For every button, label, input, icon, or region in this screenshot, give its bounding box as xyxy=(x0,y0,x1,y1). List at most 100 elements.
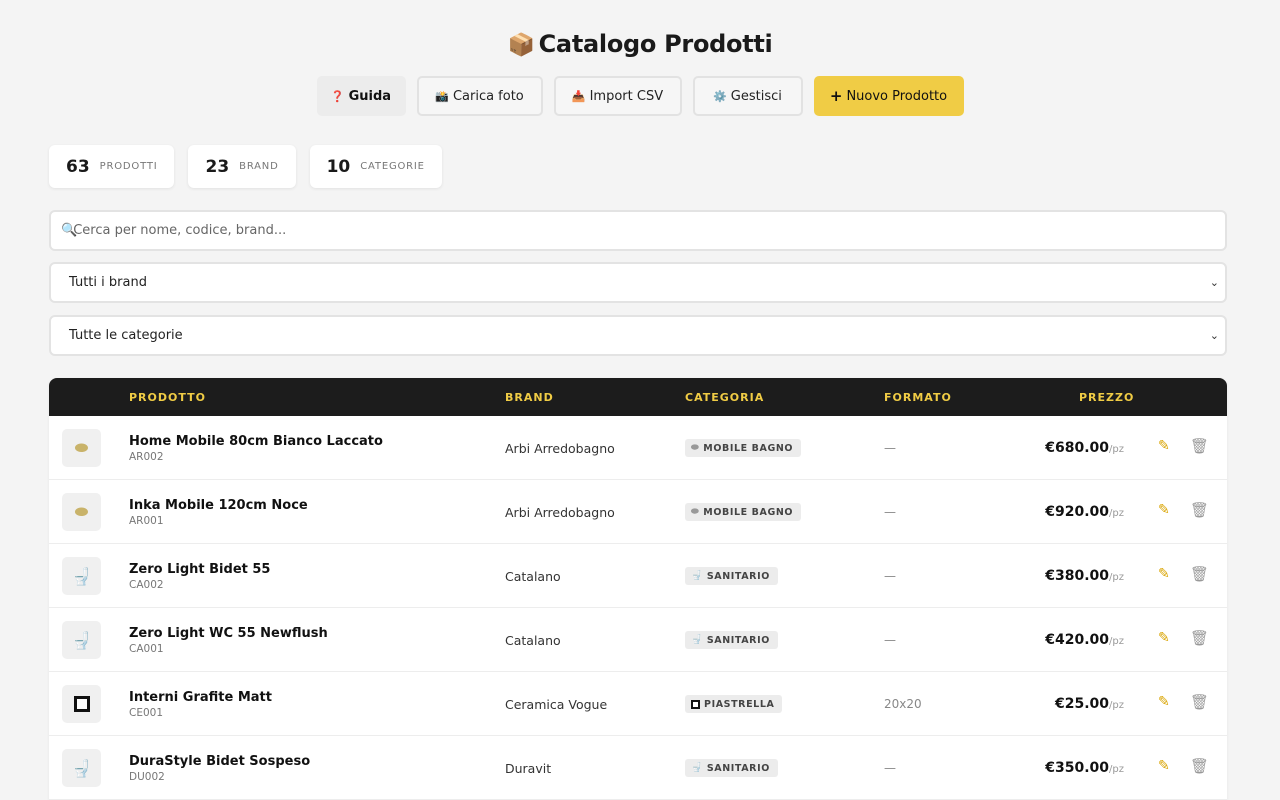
page-title: 📦 Catalogo Prodotti xyxy=(0,30,1280,58)
toilet-icon: 🚽 xyxy=(71,566,92,586)
product-format: — xyxy=(884,569,896,583)
nuovo-prodotto-button[interactable]: + Nuovo Prodotto xyxy=(813,76,964,116)
table-row[interactable]: Interni Grafite Matt CE001 Ceramica Vogu… xyxy=(49,672,1227,736)
product-thumbnail: ⬬ xyxy=(62,429,101,467)
carica-foto-button[interactable]: 📸 Carica foto xyxy=(416,76,543,116)
category-filter-select[interactable]: Tutte le categorie ⌄ xyxy=(49,315,1227,356)
stat-prodotti: 63 PRODOTTI xyxy=(49,145,175,188)
price-value: €920.00 xyxy=(1045,504,1110,520)
product-price: €420.00/pz xyxy=(1045,632,1124,648)
table-row[interactable]: 🚽 Zero Light WC 55 Newflush CA001 Catala… xyxy=(49,608,1227,672)
mirror-icon: ⬬ xyxy=(74,438,89,457)
toilet-icon: 🚽 xyxy=(691,635,703,645)
product-thumbnail: 🚽 xyxy=(62,749,101,787)
product-name: Interni Grafite Matt xyxy=(129,690,272,705)
edit-pencil-icon[interactable]: ✎ xyxy=(1158,694,1170,710)
table-row[interactable]: ⬬ Inka Mobile 120cm Noce AR001 Arbi Arre… xyxy=(49,480,1227,544)
edit-pencil-icon[interactable]: ✎ xyxy=(1158,758,1170,774)
category-label: PIASTRELLA xyxy=(704,698,775,710)
product-price: €920.00/pz xyxy=(1045,504,1124,520)
category-badge: ⬬ MOBILE BAGNO xyxy=(685,439,802,457)
table-row[interactable]: ⬬ Home Mobile 80cm Bianco Laccato AR002 … xyxy=(49,416,1227,480)
package-icon: 📦 xyxy=(507,33,535,58)
product-format: — xyxy=(884,441,896,455)
edit-pencil-icon[interactable]: ✎ xyxy=(1158,438,1170,454)
category-badge: 🚽 SANITARIO xyxy=(685,631,778,649)
product-code: CA002 xyxy=(129,579,164,591)
plus-icon: + xyxy=(829,87,843,105)
edit-pencil-icon[interactable]: ✎ xyxy=(1158,566,1170,582)
category-label: SANITARIO xyxy=(706,762,770,774)
price-value: €380.00 xyxy=(1045,568,1110,584)
category-filter-value: Tutte le categorie xyxy=(69,328,183,343)
price-unit: /pz xyxy=(1109,572,1124,583)
category-label: MOBILE BAGNO xyxy=(703,506,794,518)
header-product[interactable]: PRODOTTO xyxy=(129,391,206,404)
trash-icon[interactable]: 🗑 xyxy=(1190,501,1209,519)
product-price: €680.00/pz xyxy=(1045,440,1124,456)
carica-foto-label: Carica foto xyxy=(452,88,524,104)
category-label: MOBILE BAGNO xyxy=(703,442,794,454)
product-format: — xyxy=(884,761,896,775)
price-unit: /pz xyxy=(1109,444,1124,455)
mirror-icon: ⬬ xyxy=(74,502,89,521)
toilet-icon: 🚽 xyxy=(691,763,703,773)
product-brand: Ceramica Vogue xyxy=(505,697,608,712)
product-brand: Duravit xyxy=(505,761,552,776)
product-brand: Catalano xyxy=(505,569,561,584)
trash-icon[interactable]: 🗑 xyxy=(1190,693,1209,711)
edit-pencil-icon[interactable]: ✎ xyxy=(1158,630,1170,646)
import-csv-button[interactable]: 📥 Import CSV xyxy=(553,76,682,116)
category-badge: 🚽 SANITARIO xyxy=(685,567,778,585)
trash-icon[interactable]: 🗑 xyxy=(1190,757,1209,775)
product-format: — xyxy=(884,505,896,519)
price-unit: /pz xyxy=(1109,508,1124,519)
brand-filter-value: Tutti i brand xyxy=(69,275,147,290)
stat-value: 10 xyxy=(326,156,351,177)
table-header: PRODOTTO BRAND CATEGORIA FORMATO PREZZO xyxy=(49,378,1227,416)
trash-icon[interactable]: 🗑 xyxy=(1190,565,1209,583)
table-row[interactable]: 🚽 Zero Light Bidet 55 CA002 Catalano 🚽 SA… xyxy=(49,544,1227,608)
product-price: €380.00/pz xyxy=(1045,568,1124,584)
chevron-down-icon: ⌄ xyxy=(1209,276,1219,289)
products-table: PRODOTTO BRAND CATEGORIA FORMATO PREZZO … xyxy=(49,378,1227,800)
nuovo-prodotto-label: Nuovo Prodotto xyxy=(846,88,948,104)
search-input[interactable]: 🔍 Cerca per nome, codice, brand... xyxy=(49,210,1227,251)
price-unit: /pz xyxy=(1109,636,1124,647)
toilet-icon: 🚽 xyxy=(71,758,92,778)
price-value: €680.00 xyxy=(1045,440,1110,456)
header-brand[interactable]: BRAND xyxy=(505,391,554,404)
header-category[interactable]: CATEGORIA xyxy=(685,391,764,404)
stat-label: BRAND xyxy=(239,161,279,172)
header-format[interactable]: FORMATO xyxy=(884,391,952,404)
price-value: €420.00 xyxy=(1045,632,1110,648)
toolbar: ❓ Guida 📸 Carica foto 📥 Import CSV ⚙️ Ge… xyxy=(0,76,1280,116)
product-price: €350.00/pz xyxy=(1045,760,1124,776)
guida-button[interactable]: ❓ Guida xyxy=(316,76,406,116)
product-thumbnail: 🚽 xyxy=(62,621,101,659)
inbox-icon: 📥 xyxy=(571,89,586,103)
table-row[interactable]: 🚽 DuraStyle Bidet Sospeso DU002 Duravit … xyxy=(49,736,1227,800)
edit-pencil-icon[interactable]: ✎ xyxy=(1158,502,1170,518)
product-thumbnail: ⬬ xyxy=(62,493,101,531)
category-badge: ⬬ MOBILE BAGNO xyxy=(685,503,802,521)
header-price[interactable]: PREZZO xyxy=(1079,391,1134,404)
price-unit: /pz xyxy=(1109,700,1124,711)
product-name: Zero Light WC 55 Newflush xyxy=(129,626,328,641)
product-format: 20x20 xyxy=(884,697,922,711)
product-code: CE001 xyxy=(129,707,164,719)
trash-icon[interactable]: 🗑 xyxy=(1190,437,1209,455)
product-brand: Arbi Arredobagno xyxy=(505,505,615,520)
tile-icon xyxy=(691,699,700,709)
category-label: SANITARIO xyxy=(706,570,770,582)
product-brand: Catalano xyxy=(505,633,561,648)
product-brand: Arbi Arredobagno xyxy=(505,441,615,456)
trash-icon[interactable]: 🗑 xyxy=(1190,629,1209,647)
tile-icon xyxy=(73,696,90,712)
product-code: AR001 xyxy=(129,515,164,527)
product-name: DuraStyle Bidet Sospeso xyxy=(129,754,311,769)
gestisci-button[interactable]: ⚙️ Gestisci xyxy=(692,76,803,116)
mirror-icon: ⬬ xyxy=(691,443,700,453)
question-icon: ❓ xyxy=(330,89,345,103)
brand-filter-select[interactable]: Tutti i brand ⌄ xyxy=(49,262,1227,303)
